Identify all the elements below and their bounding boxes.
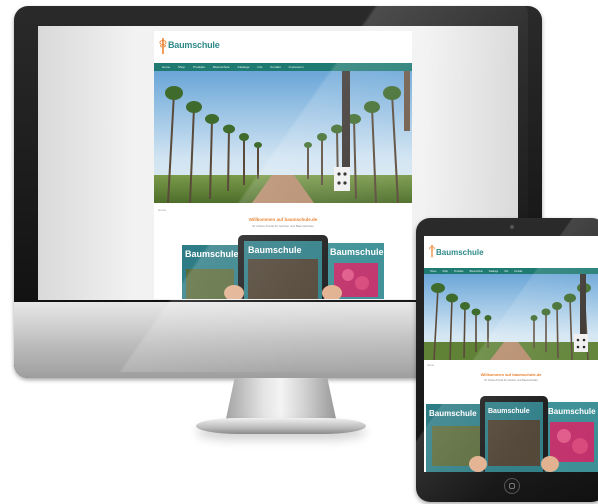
tablet-magazine-title-left: Baumschule [429,409,477,418]
tablet-magazine-title-center: Baumschule [488,408,530,415]
magazine-tablet-illustration: Baumschule Baumschule Baumschule [182,235,384,299]
nav-item-kataloge[interactable]: Kataloge [238,65,250,69]
home-button-icon[interactable] [504,478,520,494]
nav-item-impressum[interactable]: Impressum [289,65,304,69]
tablet-magazine-illustration: Baumschule Baumschule Baumschule [426,396,598,472]
magazine-title-tablet: Baumschule [248,245,302,255]
nav-item-baumschule[interactable]: Baumschule [213,65,230,69]
tree-logo-icon[interactable] [158,37,168,55]
breadcrumb[interactable]: Home [158,208,166,212]
welcome-heading: Willkommen auf baumschule.de [248,217,318,222]
desktop-website: Baumschule Home Shop Produkte Baumschule… [154,31,412,299]
tablet-welcome-subline: Ihr Online-Portal für Gärtner und Baumsc… [484,379,538,382]
tablet-hero-image [424,274,598,360]
magazine-title-right: Baumschule [330,247,384,257]
monitor-stand-base [196,418,366,434]
tablet-site-brand[interactable]: Baumschule [436,248,484,257]
site-navigation: Home Shop Produkte Baumschule Kataloge I… [154,63,412,71]
tablet-website: Baumschule Home Shop Produkte Baumschule… [424,236,598,472]
tablet-nav-item-shop[interactable]: Shop [442,270,448,273]
site-header: Baumschule [154,31,412,63]
nav-item-produkte[interactable]: Produkte [193,65,205,69]
tablet-breadcrumb[interactable]: Home [427,364,434,367]
front-camera-icon [510,225,514,229]
nav-item-home[interactable]: Home [162,65,170,69]
site-brand[interactable]: Baumschule [168,40,220,50]
hero-tree-nursery-image [154,71,412,203]
tree-logo-icon[interactable] [428,244,436,258]
tablet-nav-item-info[interactable]: Info [504,270,508,273]
tablet-nav-item-produkte[interactable]: Produkte [454,270,464,273]
magazine-title-left: Baumschule [185,249,239,259]
tablet-magazine-title-right: Baumschule [548,407,596,416]
tablet-site-header: Baumschule [424,236,598,266]
welcome-subline: Ihr Online-Portal für Gärtner und Baumsc… [251,224,315,228]
tablet-nav-item-baumschule[interactable]: Baumschule [470,270,483,273]
nav-item-kontakt[interactable]: Kontakt [270,65,280,69]
tablet-welcome-heading: Willkommen auf baumschule.de [480,372,542,377]
tablet-nav-item-kataloge[interactable]: Kataloge [489,270,498,273]
tablet-nav-item-kontakt[interactable]: Kontakt [514,270,522,273]
nav-item-info[interactable]: Info [257,65,262,69]
tablet-nav-item-home[interactable]: Home [430,270,436,273]
nav-item-shop[interactable]: Shop [178,65,185,69]
